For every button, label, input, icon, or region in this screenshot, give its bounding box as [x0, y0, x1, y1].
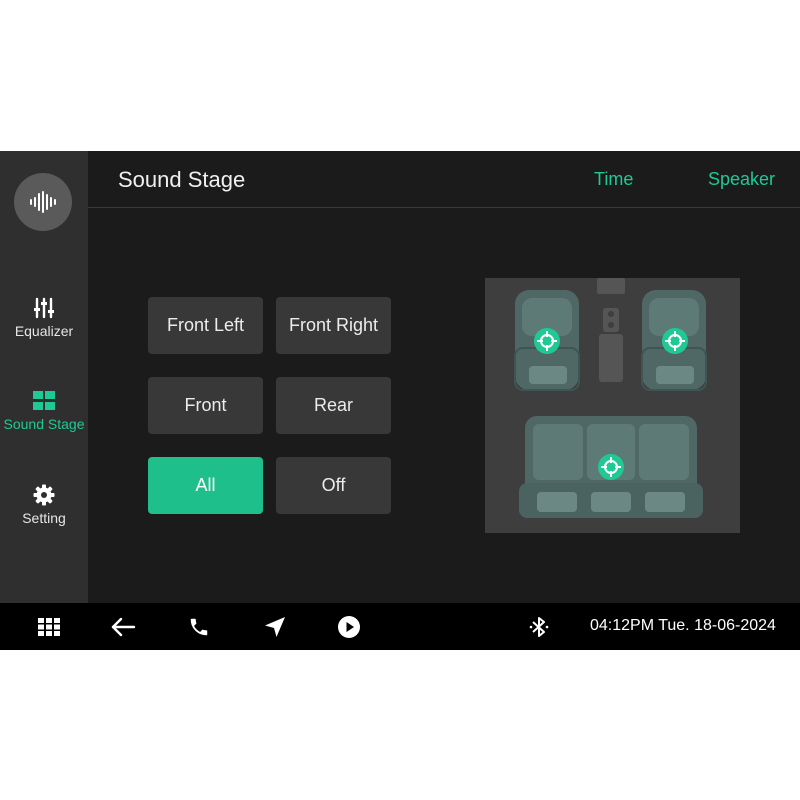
seat-diagram [485, 278, 740, 533]
datetime-display: 04:12PM Tue. 18-06-2024 [590, 617, 776, 634]
header: Sound Stage Time Speaker [88, 151, 800, 208]
all-button[interactable]: All [148, 457, 263, 514]
gear-icon [0, 483, 88, 507]
crosshair-target-icon[interactable] [662, 328, 688, 354]
center-console [597, 278, 625, 382]
front-button[interactable]: Front [148, 377, 263, 434]
sidebar-item-label: Setting [22, 510, 66, 526]
sound-logo-button[interactable] [14, 173, 72, 231]
apps-grid-icon[interactable] [36, 614, 62, 640]
rear-button[interactable]: Rear [276, 377, 391, 434]
head-unit-screen: Equalizer Sound Stage Setting Sound Stag… [0, 151, 800, 650]
grid-layout-icon [0, 389, 88, 413]
bluetooth-icon[interactable] [526, 614, 552, 640]
crosshair-target-icon[interactable] [534, 328, 560, 354]
sound-wave-icon [30, 191, 56, 213]
off-button[interactable]: Off [276, 457, 391, 514]
bottom-bar: 04:12PM Tue. 18-06-2024 [0, 603, 800, 650]
back-arrow-icon[interactable] [110, 614, 136, 640]
navigation-arrow-icon[interactable] [262, 614, 288, 640]
sidebar-item-sound-stage[interactable]: Sound Stage [0, 383, 88, 457]
phone-icon[interactable] [186, 614, 212, 640]
sidebar-item-setting[interactable]: Setting [0, 477, 88, 551]
front-right-button[interactable]: Front Right [276, 297, 391, 354]
sidebar-item-label: Sound Stage [3, 416, 85, 432]
sidebar: Equalizer Sound Stage Setting [0, 151, 88, 603]
sidebar-item-equalizer[interactable]: Equalizer [0, 290, 88, 364]
equalizer-sliders-icon [0, 296, 88, 320]
sidebar-item-label: Equalizer [14, 323, 74, 339]
play-icon[interactable] [336, 614, 362, 640]
front-left-button[interactable]: Front Left [148, 297, 263, 354]
page-title: Sound Stage [118, 167, 246, 192]
tab-speaker[interactable]: Speaker [708, 169, 775, 190]
crosshair-target-icon[interactable] [598, 454, 624, 480]
tab-time[interactable]: Time [594, 169, 633, 190]
